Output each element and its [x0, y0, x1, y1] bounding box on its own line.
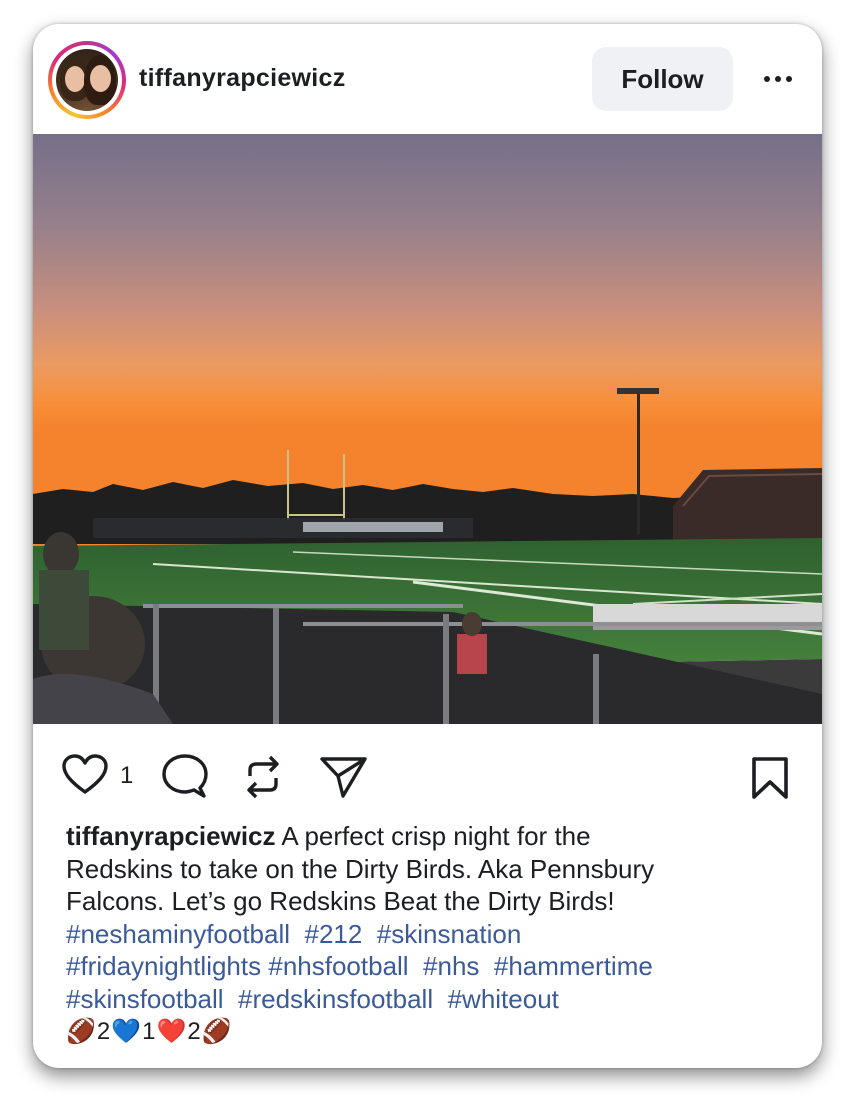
send-icon[interactable] — [319, 754, 369, 805]
football-emoji: 🏈 — [201, 1017, 232, 1045]
hashtag-line-1: #neshaminyfootball #212 #skinsnation — [66, 918, 766, 951]
comment-icon[interactable] — [160, 754, 208, 805]
hashtag-line-3: #skinsfootball #redskinsfootball #whiteo… — [66, 983, 766, 1016]
post-header: tiffanyrapciewicz Follow — [33, 24, 822, 134]
hashtag-link[interactable]: #212 — [305, 919, 363, 949]
hashtag-link[interactable]: #fridaynightlights — [66, 951, 261, 981]
repost-icon[interactable] — [242, 754, 284, 805]
hashtag-link[interactable]: #skinsfootball — [66, 984, 224, 1014]
caption-username[interactable]: tiffanyrapciewicz — [66, 821, 276, 851]
hashtag-link[interactable]: #nhs — [423, 951, 479, 981]
hashtag-link[interactable]: #skinsnation — [377, 919, 522, 949]
hashtag-link[interactable]: #hammertime — [494, 951, 653, 981]
avatar[interactable] — [48, 41, 126, 119]
football-emoji: 🏈 — [66, 1017, 96, 1045]
post-caption: tiffanyrapciewicz A perfect crisp night … — [66, 820, 766, 1049]
red-heart-emoji: ❤️ — [156, 1017, 187, 1045]
bookmark-icon[interactable] — [751, 756, 789, 805]
hashtag-link[interactable]: #redskinsfootball — [238, 984, 433, 1014]
follow-button[interactable]: Follow — [592, 47, 733, 111]
hashtag-link[interactable]: #neshaminyfootball — [66, 919, 290, 949]
caption-text-line-2: Redskins to take on the Dirty Birds. Aka… — [66, 853, 655, 884]
hashtag-line-2: #fridaynightlights #nhsfootball #nhs #ha… — [66, 950, 766, 983]
more-dots-icon[interactable] — [757, 64, 799, 94]
action-bar: 1 — [33, 742, 822, 804]
caption-text-line-1: A perfect crisp night for the — [281, 821, 591, 851]
emoji-line: 🏈 2 💙 1 ❤️ 2 🏈 — [66, 1015, 766, 1049]
post-image[interactable] — [33, 134, 822, 724]
post-card: tiffanyrapciewicz Follow 1 tiffanyrapcie… — [33, 24, 822, 1068]
caption-text-line-3: Falcons. Let’s go Redskins Beat the Dirt… — [66, 886, 615, 916]
heart-icon[interactable] — [61, 754, 109, 801]
hashtag-link[interactable]: #whiteout — [448, 984, 559, 1014]
blue-heart-emoji: 💙 — [111, 1017, 142, 1045]
username-link[interactable]: tiffanyrapciewicz — [139, 64, 346, 93]
hashtag-link[interactable]: #nhsfootball — [268, 951, 408, 981]
like-count: 1 — [120, 762, 134, 789]
avatar-photo — [56, 49, 118, 111]
